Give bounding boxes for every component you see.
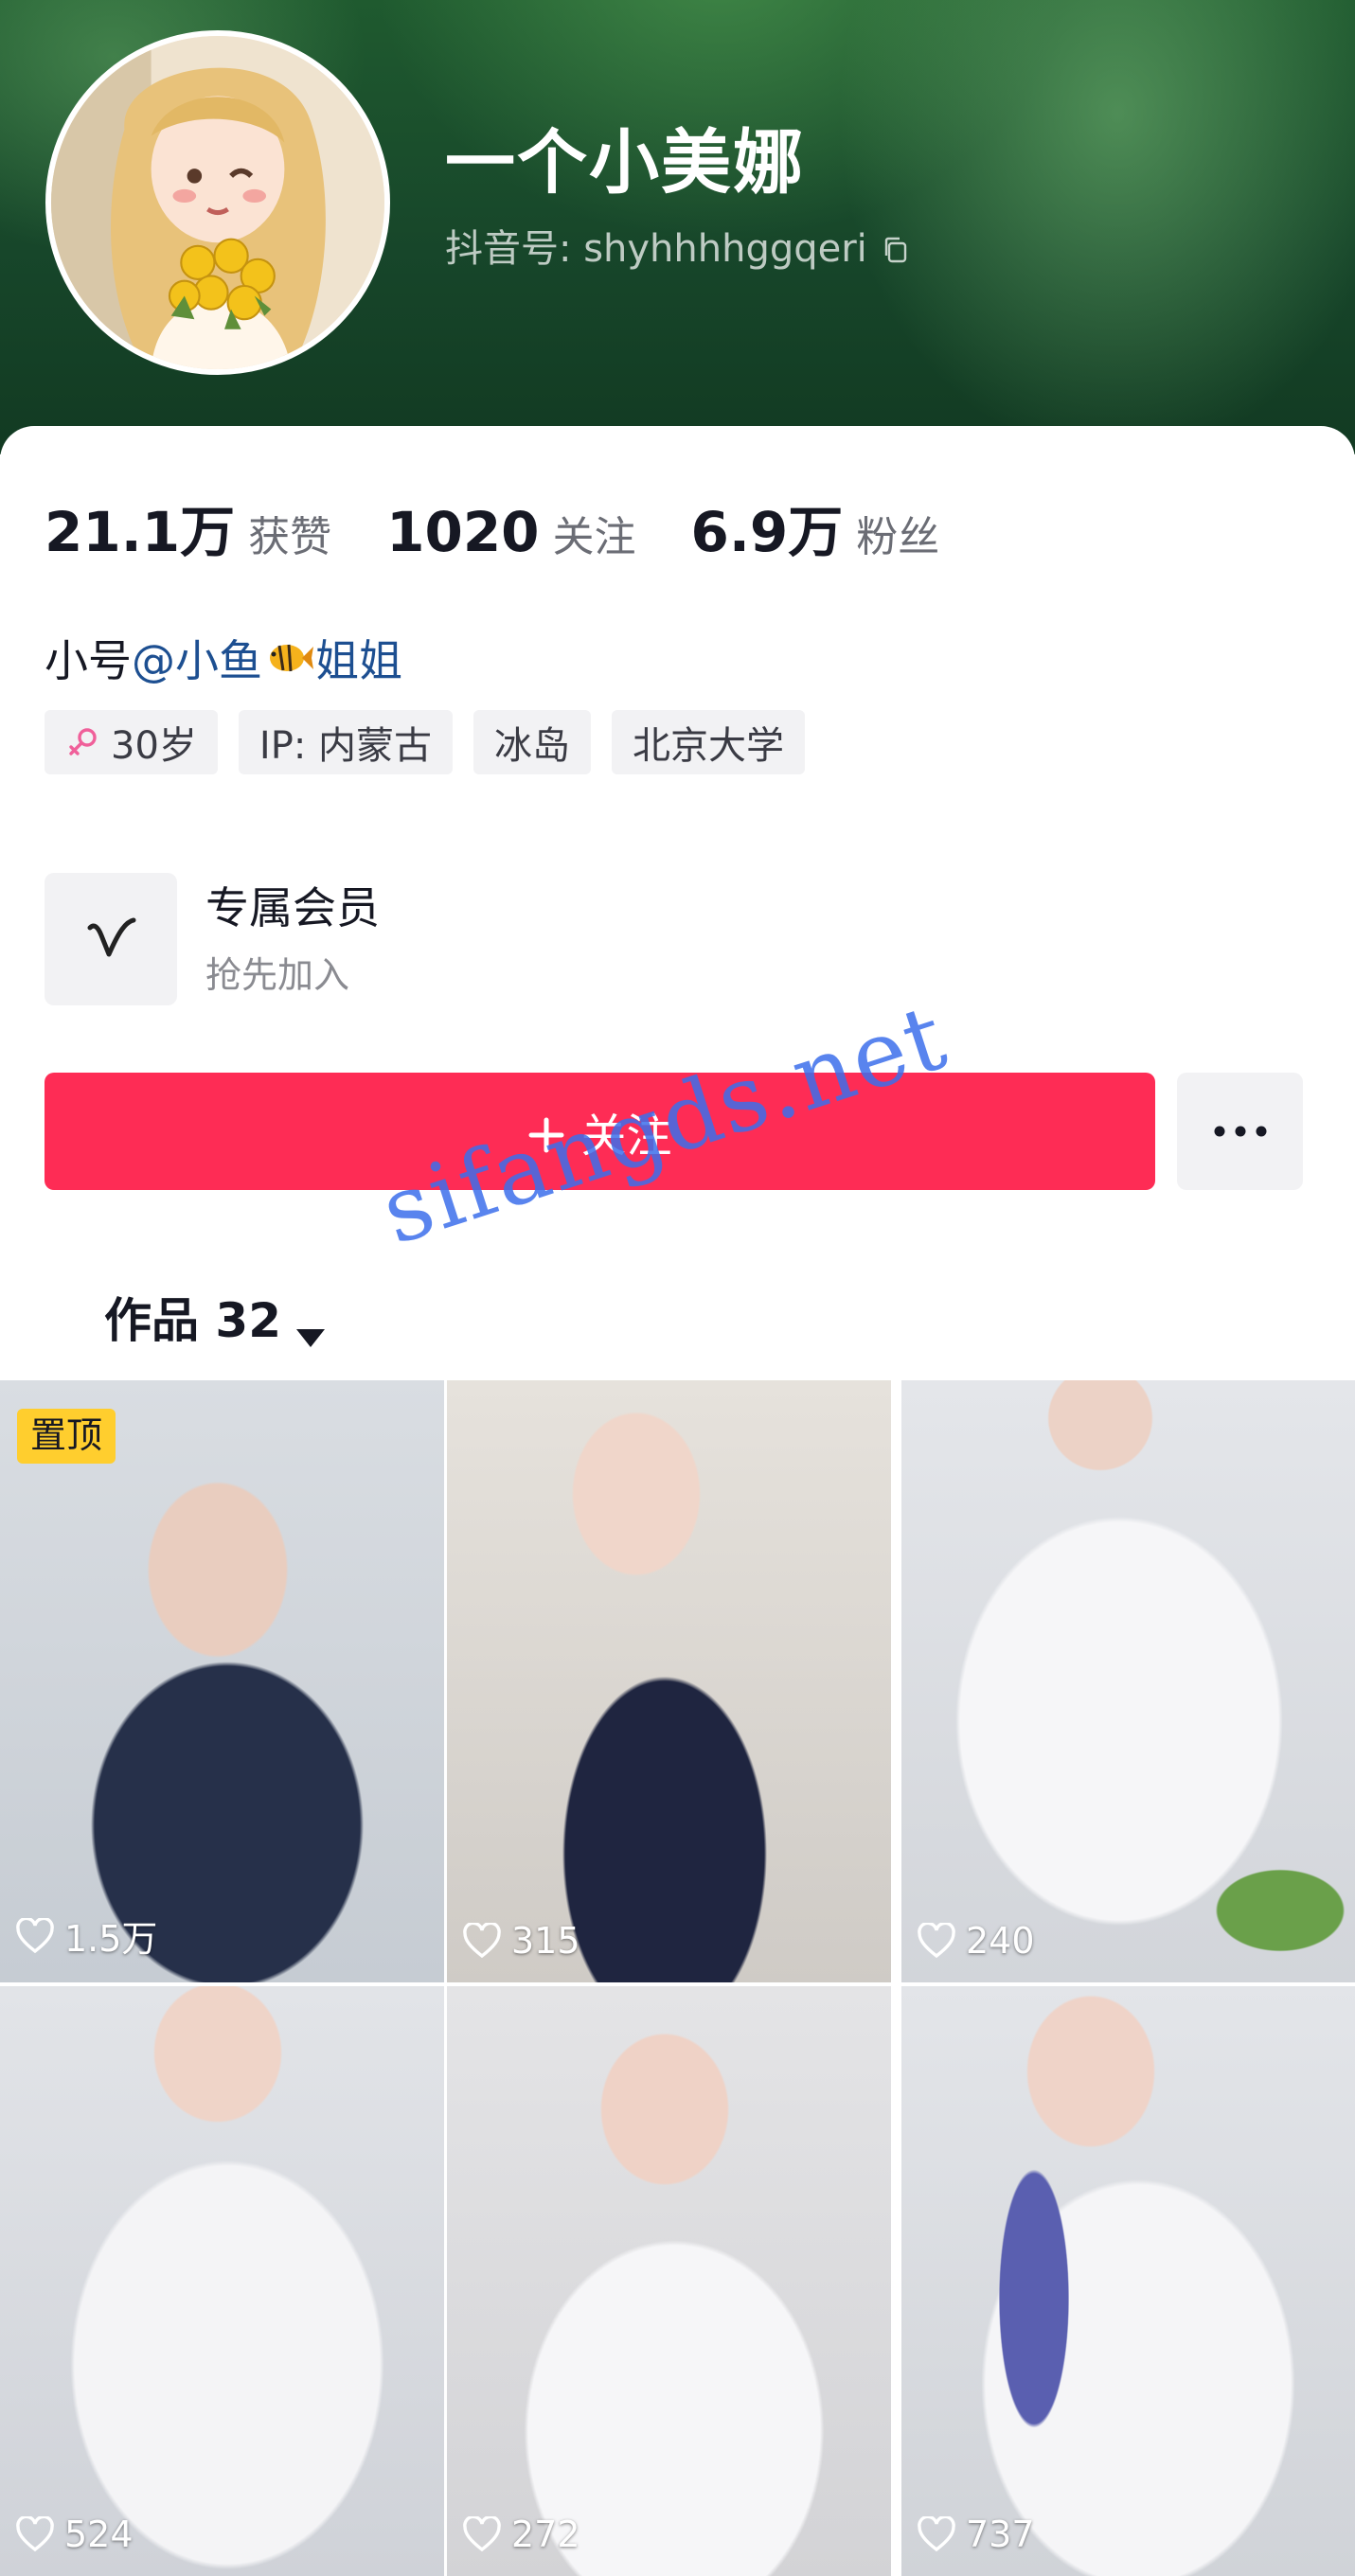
like-count-text: 272 xyxy=(511,2514,580,2555)
caret-down-icon xyxy=(294,1306,327,1347)
tag-age: 30岁 xyxy=(45,710,218,774)
like-count-text: 315 xyxy=(511,1920,580,1962)
video-grid: 置顶 1.5万 315 240 524 272 737 xyxy=(0,1380,1355,2576)
stat-following[interactable]: 1020 关注 xyxy=(386,500,635,564)
stat-label: 粉丝 xyxy=(856,513,940,561)
tab-works[interactable]: 作品 32 xyxy=(104,1283,327,1351)
follow-label: 关注 xyxy=(580,1110,672,1163)
stat-value: 1020 xyxy=(386,500,540,564)
bio-mention-link[interactable]: @小鱼 xyxy=(132,627,262,689)
tag-location: 冰岛 xyxy=(473,710,592,774)
follow-button[interactable]: 关注 xyxy=(45,1073,1155,1190)
pinned-badge: 置顶 xyxy=(17,1409,116,1464)
vip-badge xyxy=(45,873,177,1005)
douyin-id-row[interactable]: 抖音号: shyhhhhggqeri xyxy=(445,230,911,268)
video-thumbnail xyxy=(901,1380,1355,1982)
heart-icon xyxy=(462,1921,502,1959)
stats-row: 21.1万 获赞 1020 关注 6.9万 粉丝 xyxy=(45,488,994,567)
like-count: 1.5万 xyxy=(15,1910,157,1962)
stat-followers[interactable]: 6.9万 粉丝 xyxy=(691,488,940,567)
vip-title: 专属会员 xyxy=(205,881,380,933)
heart-icon xyxy=(15,1916,55,1954)
bio-mention-text: @小鱼 xyxy=(132,635,262,686)
more-button[interactable] xyxy=(1177,1073,1303,1190)
plus-icon xyxy=(527,1112,565,1153)
tab-works-label: 作品 32 xyxy=(104,1293,281,1348)
stat-value: 6.9万 xyxy=(690,500,844,564)
like-count: 315 xyxy=(462,1920,580,1962)
heart-icon xyxy=(462,2514,502,2552)
bio: 小号 @小鱼 姐姐 xyxy=(45,627,402,689)
stat-value: 21.1万 xyxy=(45,500,236,564)
female-icon xyxy=(65,724,101,760)
tag-text: 北京大学 xyxy=(633,724,785,768)
more-icon xyxy=(1214,1126,1266,1137)
video-thumbnail xyxy=(0,1380,444,1982)
tropical-fish-icon xyxy=(264,637,313,679)
tag-text: IP: 内蒙古 xyxy=(259,724,433,768)
like-count: 272 xyxy=(462,2514,580,2555)
video-tile[interactable]: 240 xyxy=(901,1380,1355,1982)
tag-text: 30岁 xyxy=(111,724,197,768)
heart-icon xyxy=(15,2514,55,2552)
nickname: 一个小美娜 xyxy=(445,122,805,204)
video-thumbnail xyxy=(447,1986,891,2576)
video-tile[interactable]: 置顶 1.5万 xyxy=(0,1380,444,1982)
copy-icon[interactable] xyxy=(881,234,911,264)
stat-label: 关注 xyxy=(552,513,636,561)
vip-membership[interactable]: 专属会员 抢先加入 xyxy=(45,873,380,1005)
like-count: 524 xyxy=(15,2514,134,2555)
video-tile[interactable]: 315 xyxy=(447,1380,891,1982)
video-thumbnail xyxy=(447,1380,891,1982)
avatar[interactable] xyxy=(45,30,390,375)
vip-v-icon xyxy=(87,917,136,957)
like-count: 240 xyxy=(917,1920,1035,1962)
profile-tags: 30岁 IP: 内蒙古 冰岛 北京大学 xyxy=(45,710,806,774)
vip-subtitle: 抢先加入 xyxy=(205,954,350,997)
bio-prefix: 小号 xyxy=(45,635,132,686)
bio-mention-suffix[interactable]: 姐姐 xyxy=(315,627,402,689)
video-tile[interactable]: 737 xyxy=(901,1986,1355,2576)
avatar-illustration xyxy=(51,36,384,369)
like-count-text: 240 xyxy=(966,1920,1035,1962)
heart-icon xyxy=(917,1921,956,1959)
tag-text: 冰岛 xyxy=(494,724,571,768)
like-count-text: 1.5万 xyxy=(64,1918,158,1960)
stat-label: 获赞 xyxy=(248,513,332,561)
like-count-text: 737 xyxy=(966,2514,1035,2555)
video-thumbnail xyxy=(0,1986,444,2576)
heart-icon xyxy=(917,2514,956,2552)
profile-card: 21.1万 获赞 1020 关注 6.9万 粉丝 小号 @小鱼 姐姐 30岁 I… xyxy=(0,426,1355,1382)
tag-ip: IP: 内蒙古 xyxy=(238,710,454,774)
like-count: 737 xyxy=(917,2514,1035,2555)
video-tile[interactable]: 524 xyxy=(0,1986,444,2576)
stat-likes[interactable]: 21.1万 获赞 xyxy=(45,488,331,567)
tag-school: 北京大学 xyxy=(612,710,806,774)
like-count-text: 524 xyxy=(64,2514,134,2555)
video-tile[interactable]: 272 xyxy=(447,1986,891,2576)
douyin-id: 抖音号: shyhhhhggqeri xyxy=(445,227,867,271)
video-thumbnail xyxy=(901,1986,1355,2576)
